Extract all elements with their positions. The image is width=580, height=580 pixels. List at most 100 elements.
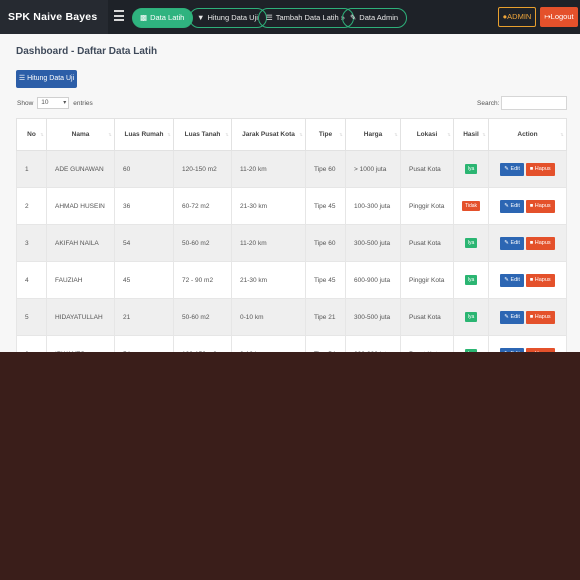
cell-luas-tanah: 50-60 m2	[173, 224, 232, 262]
cell-tipe: Tipe 60	[305, 150, 346, 188]
cell-tipe: Tipe 54	[305, 335, 346, 352]
nav-data-latih-label: Data Latih	[150, 13, 185, 22]
column-header-lokasi[interactable]: Lokasi ↑↓	[400, 118, 454, 151]
cell-nama: FAUZIAH	[46, 261, 115, 299]
nav-data-admin-label: Data Admin	[359, 13, 399, 22]
show-entries: Show 10 ▾ entries	[17, 97, 93, 109]
cell-nama: AHMAD HUSEIN	[46, 187, 115, 225]
cell-action: ✎ Edit■ Hapus	[488, 187, 567, 225]
top-navbar: SPK Naive Bayes ▩ Data Latih ▼ Hitung Data…	[0, 0, 580, 34]
cell-luas-rumah: 54	[114, 224, 174, 262]
table-row: 6IRWANTO54120-150 m20-10 kmTipe 54600-90…	[16, 335, 567, 352]
column-header-action[interactable]: Action ↑↓	[488, 118, 567, 151]
cell-no: 4	[16, 261, 47, 299]
edit-label: Edit	[510, 165, 520, 172]
cell-no: 2	[16, 187, 47, 225]
cell-luas-rumah: 36	[114, 187, 174, 225]
header-label: Tipe	[318, 131, 333, 138]
header-label: Luas Rumah	[124, 131, 164, 138]
cell-jarak: 21-30 km	[231, 261, 306, 299]
cell-nama: ADE GUNAWAN	[46, 150, 115, 188]
cell-nama: AKIFAH NAILA	[46, 224, 115, 262]
admin-button[interactable]: ●ADMIN	[498, 7, 536, 27]
sort-icon: ↑↓	[299, 132, 303, 138]
sort-icon: ↑↓	[482, 132, 486, 138]
logout-button[interactable]: ↦Logout	[540, 7, 578, 27]
cell-harga: 600-900 juta	[345, 261, 401, 299]
cell-lokasi: Pusat Kota	[400, 224, 454, 262]
sort-icon: ↑↓	[447, 132, 451, 138]
data-table-container: No ↑↓ Nama ↑↓ Luas Rumah ↑↓ Luas Tanah ↑↓ Ja…	[16, 118, 567, 352]
search-input[interactable]	[501, 96, 568, 110]
nav-data-latih-button[interactable]: ▩ Data Latih	[132, 8, 194, 28]
nav-hitung-data-uji-button[interactable]: ▼ Hitung Data Uji	[189, 8, 267, 28]
cell-luas-tanah: 120-150 m2	[173, 150, 232, 188]
entries-select[interactable]: 10 ▾	[37, 97, 70, 109]
cell-jarak: 0-10 km	[231, 298, 306, 336]
cell-luas-rumah: 60	[114, 150, 174, 188]
header-label: Luas Tanah	[184, 131, 221, 138]
column-header-harga[interactable]: Harga ↑↓	[345, 118, 401, 151]
cell-lokasi: Pinggir Kota	[400, 261, 454, 299]
edit-button[interactable]: ✎ Edit	[500, 199, 524, 213]
hapus-button[interactable]: ■ Hapus	[525, 310, 555, 324]
column-header-tipe[interactable]: Tipe ↑↓	[305, 118, 346, 151]
nav-hitung-data-uji-label: Hitung Data Uji	[207, 13, 258, 22]
cell-luas-rumah: 21	[114, 298, 174, 336]
edit-button[interactable]: ✎ Edit	[500, 273, 524, 287]
page-title: Dashboard - Daftar Data Latih	[16, 46, 158, 57]
hitung-data-uji-button[interactable]: ☰ Hitung Data Uji	[16, 70, 77, 88]
cell-hasil: Iya	[453, 224, 489, 262]
hamburger-menu-icon[interactable]	[114, 10, 124, 22]
hapus-button[interactable]: ■ Hapus	[525, 273, 555, 287]
edit-button[interactable]: ✎ Edit	[500, 162, 524, 176]
cell-harga: 300-500 juta	[345, 298, 401, 336]
cell-nama: HIDAYATULLAH	[46, 298, 115, 336]
column-header-no[interactable]: No ↑↓	[16, 118, 47, 151]
entries-label: entries	[73, 99, 93, 107]
cell-hasil: Iya	[453, 335, 489, 352]
hapus-label: Hapus	[534, 202, 551, 209]
edit-button[interactable]: ✎ Edit	[500, 236, 524, 250]
show-label: Show	[17, 99, 34, 107]
cell-tipe: Tipe 45	[305, 261, 346, 299]
cell-jarak: 11-20 km	[231, 150, 306, 188]
logout-label: Logout	[550, 12, 574, 21]
data-latih-table: No ↑↓ Nama ↑↓ Luas Rumah ↑↓ Luas Tanah ↑↓ Ja…	[16, 118, 567, 352]
cell-luas-tanah: 120-150 m2	[173, 335, 232, 352]
edit-button[interactable]: ✎ Edit	[500, 310, 524, 324]
hapus-button[interactable]: ■ Hapus	[525, 236, 555, 250]
edit-label: Edit	[510, 313, 520, 320]
cell-action: ✎ Edit■ Hapus	[488, 261, 567, 299]
cell-no: 5	[16, 298, 47, 336]
column-header-luas-tanah[interactable]: Luas Tanah ↑↓	[173, 118, 232, 151]
cell-no: 3	[16, 224, 47, 262]
header-label: Hasil	[463, 131, 479, 138]
cell-hasil: Iya	[453, 261, 489, 299]
status-badge: Iya	[464, 238, 478, 248]
car-icon: ▩	[140, 13, 148, 22]
nav-tambah-data-latih-dropdown[interactable]: ☰ Tambah Data Latih »	[258, 8, 354, 28]
column-header-nama[interactable]: Nama ↑↓	[46, 118, 115, 151]
brand-title[interactable]: SPK Naive Bayes	[0, 0, 108, 34]
hapus-button[interactable]: ■ Hapus	[525, 199, 555, 213]
cell-action: ✎ Edit■ Hapus	[488, 224, 567, 262]
sort-icon: ↑↓	[394, 132, 398, 138]
header-label: Harga	[363, 131, 383, 138]
cell-jarak: 0-10 km	[231, 335, 306, 352]
nav-data-admin-button[interactable]: ✎ Data Admin	[342, 8, 408, 28]
hapus-button[interactable]: ■ Hapus	[525, 162, 555, 176]
cell-no: 1	[16, 150, 47, 188]
search-area: Search:	[477, 96, 568, 110]
cell-luas-tanah: 72 - 90 m2	[173, 261, 232, 299]
sort-icon: ↑↓	[108, 132, 112, 138]
table-row: 2 AHMAD HUSEIN 36 60-72 m2 21-30 km Tipe 45 10…	[16, 187, 567, 225]
column-header-luas-rumah[interactable]: Luas Rumah ↑↓	[114, 118, 174, 151]
table-row: 1 ADE GUNAWAN 60 120-150 m2 11-20 km Tipe 60 >…	[16, 150, 567, 188]
cell-jarak: 11-20 km	[231, 224, 306, 262]
list-icon: ☰	[266, 13, 273, 22]
blank-bottom-area	[0, 352, 580, 580]
cell-harga: 100-300 juta	[345, 187, 401, 225]
column-header-jarak-pusat-kota[interactable]: Jarak Pusat Kota ↑↓	[231, 118, 306, 151]
column-header-hasil[interactable]: Hasil ↑↓	[453, 118, 489, 151]
